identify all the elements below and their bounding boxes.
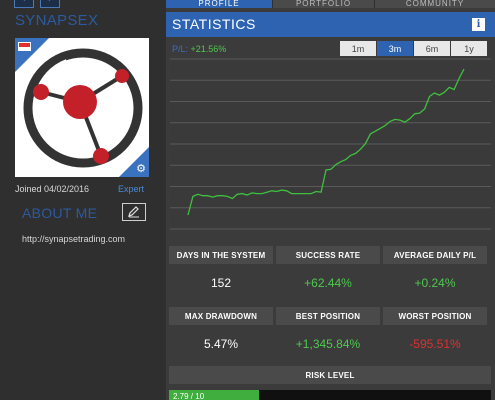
statistics-header: STATISTICS i (166, 12, 495, 37)
range-1y-button[interactable]: 1y (451, 41, 487, 56)
stat-label-avg-daily-pl: AVERAGE DAILY P/L (383, 246, 487, 264)
nav-arrows: ‹ › (14, 0, 60, 8)
risk-level-value: 2.79 / 10 (173, 392, 205, 400)
stat-value-success-rate: +62.44% (304, 276, 352, 290)
range-selector: 1m 3m 6m 1y (340, 41, 487, 56)
stat-value-best-position: +1,345.84% (295, 337, 361, 351)
stat-value-worst-position: -595.51% (409, 337, 461, 351)
website-link[interactable]: http://synapsetrading.com (22, 234, 125, 244)
pl-line-chart (170, 58, 491, 230)
stat-label-worst-position: WORST POSITION (383, 307, 487, 325)
gear-icon[interactable]: ⚙ (136, 162, 146, 175)
stats-row-2: MAX DRAWDOWN BEST POSITION WORST POSITIO… (166, 307, 495, 365)
stat-value-days: 152 (210, 276, 232, 290)
tab-community[interactable]: COMMUNITY (374, 0, 495, 8)
edit-about-button[interactable] (122, 203, 146, 221)
expert-badge[interactable]: Expert (118, 184, 144, 194)
stat-label-days: DAYS IN THE SYSTEM (169, 246, 273, 264)
tab-portfolio[interactable]: PORTFOLIO (272, 0, 374, 8)
stat-label-success-rate: SUCCESS RATE (276, 246, 380, 264)
joined-date: Joined 04/02/2016 (15, 184, 90, 194)
stats-row-1: DAYS IN THE SYSTEM SUCCESS RATE AVERAGE … (166, 246, 495, 304)
singapore-flag-icon (18, 42, 31, 51)
pl-summary: P/L: +21.56% (172, 44, 226, 54)
chevron-right-icon[interactable]: › (40, 0, 60, 8)
pl-label: P/L: (172, 44, 189, 54)
statistics-title: STATISTICS (172, 16, 256, 32)
range-6m-button[interactable]: 6m (414, 41, 450, 56)
range-3m-button[interactable]: 3m (377, 41, 413, 56)
info-icon[interactable]: i (472, 18, 485, 31)
profile-sidebar: ‹ › SYNAPSEX ⚙ Joined 04/02/20 (0, 0, 160, 400)
pl-value: +21.56% (190, 44, 227, 54)
risk-level-label: RISK LEVEL (169, 366, 491, 384)
statistics-panel: PROFILE PORTFOLIO COMMUNITY STATISTICS i… (166, 0, 495, 400)
pl-chart-area: P/L: +21.56% 1m 3m 6m 1y (166, 37, 495, 237)
avatar-logo (23, 48, 143, 168)
profile-tabs: PROFILE PORTFOLIO COMMUNITY (166, 0, 495, 8)
avatar[interactable]: ⚙ (15, 38, 149, 177)
pencil-icon (128, 206, 139, 218)
range-1m-button[interactable]: 1m (340, 41, 376, 56)
stat-label-max-drawdown: MAX DRAWDOWN (169, 307, 273, 325)
profile-page: ‹ › SYNAPSEX ⚙ Joined 04/02/20 (0, 0, 495, 400)
risk-level-bar: 2.79 / 10 (169, 390, 491, 400)
about-me-title: ABOUT ME (22, 205, 98, 221)
tab-profile[interactable]: PROFILE (166, 0, 272, 8)
stat-label-best-position: BEST POSITION (276, 307, 380, 325)
stat-value-max-drawdown: 5.47% (203, 337, 239, 351)
chevron-left-icon[interactable]: ‹ (14, 0, 34, 8)
username: SYNAPSEX (15, 12, 99, 29)
stats-grid: DAYS IN THE SYSTEM SUCCESS RATE AVERAGE … (166, 246, 495, 365)
stat-value-avg-daily-pl: +0.24% (414, 276, 456, 290)
